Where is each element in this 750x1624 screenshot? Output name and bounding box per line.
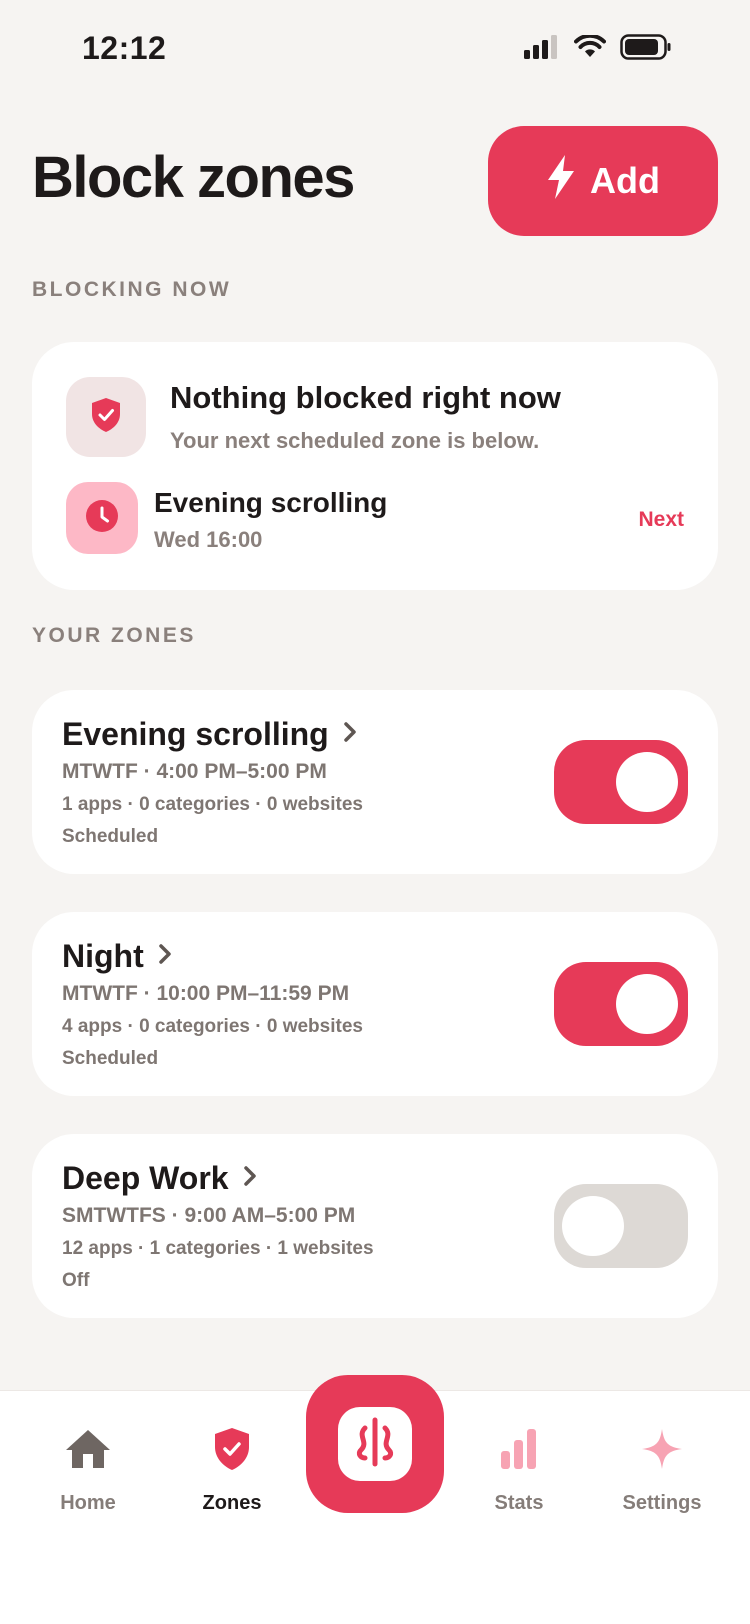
tab-bar: Home Zones Stats Settings bbox=[0, 1375, 750, 1624]
center-button-inner bbox=[338, 1407, 412, 1481]
header: Block zones Add bbox=[32, 120, 718, 236]
blocking-now-subtitle: Your next scheduled zone is below. bbox=[170, 428, 540, 453]
zone-counts: 1 apps · 0 categories · 0 websites bbox=[62, 794, 363, 815]
zone-schedule: MTWTF · 4:00 PM–5:00 PM bbox=[62, 760, 327, 783]
add-zone-button[interactable]: Add bbox=[488, 126, 718, 236]
sparkle-icon bbox=[640, 1427, 684, 1476]
zone-card-evening-scrolling[interactable]: Evening scrolling MTWTF · 4:00 PM–5:00 P… bbox=[32, 690, 718, 874]
wifi-icon bbox=[574, 33, 606, 64]
chevron-right-icon bbox=[158, 943, 172, 970]
tab-label: Home bbox=[60, 1492, 116, 1514]
chevron-right-icon bbox=[343, 721, 357, 748]
zone-toggle[interactable] bbox=[554, 962, 688, 1046]
zone-toggle[interactable] bbox=[554, 1184, 688, 1268]
next-badge: Next bbox=[638, 508, 684, 531]
zone-status: Scheduled bbox=[62, 826, 159, 847]
zone-card-night[interactable]: Night MTWTF · 10:00 PM–11:59 PM 4 apps ·… bbox=[32, 912, 718, 1096]
chevron-right-icon bbox=[243, 1165, 257, 1192]
next-zone-name: Evening scrolling bbox=[154, 487, 388, 518]
next-zone-clock-tile bbox=[66, 482, 138, 554]
lightning-bolt-icon bbox=[546, 154, 576, 208]
zone-status: Scheduled bbox=[62, 1048, 159, 1069]
bar-chart-icon bbox=[499, 1427, 539, 1476]
status-icons bbox=[524, 33, 672, 65]
center-app-button[interactable] bbox=[306, 1375, 444, 1513]
tab-label: Stats bbox=[494, 1492, 544, 1514]
tab-home[interactable]: Home bbox=[18, 1427, 158, 1515]
tab-label: Zones bbox=[202, 1492, 262, 1514]
toggle-knob bbox=[616, 752, 678, 812]
status-time: 12:12 bbox=[82, 30, 167, 66]
tab-label: Settings bbox=[622, 1492, 702, 1514]
zone-title-row: Night bbox=[62, 938, 172, 975]
toggle-knob bbox=[562, 1196, 624, 1256]
tab-zones[interactable]: Zones bbox=[162, 1427, 302, 1515]
blocking-now-title: Nothing blocked right now bbox=[170, 380, 561, 415]
next-zone-time: Wed 16:00 bbox=[154, 527, 263, 552]
zone-name: Evening scrolling bbox=[62, 716, 329, 752]
toggle-knob bbox=[616, 974, 678, 1034]
zone-title-row: Evening scrolling bbox=[62, 716, 357, 753]
status-bar: 12:12 bbox=[0, 0, 750, 100]
clock-icon bbox=[85, 499, 119, 538]
cellular-signal-icon bbox=[524, 35, 560, 64]
tab-stats[interactable]: Stats bbox=[449, 1427, 589, 1515]
shield-tile bbox=[66, 377, 146, 457]
page-title: Block zones bbox=[32, 145, 355, 210]
zone-name: Deep Work bbox=[62, 1160, 229, 1196]
zone-status: Off bbox=[62, 1270, 90, 1291]
zone-schedule: MTWTF · 10:00 PM–11:59 PM bbox=[62, 982, 350, 1005]
section-label-blocking-now: BLOCKING NOW bbox=[32, 278, 232, 301]
tab-settings[interactable]: Settings bbox=[592, 1427, 732, 1515]
zone-card-deep-work[interactable]: Deep Work SMTWTFS · 9:00 AM–5:00 PM 12 a… bbox=[32, 1134, 718, 1318]
shield-check-icon bbox=[90, 397, 122, 438]
zone-toggle[interactable] bbox=[554, 740, 688, 824]
app-logo-icon bbox=[353, 1416, 397, 1473]
zone-title-row: Deep Work bbox=[62, 1160, 257, 1197]
zone-counts: 12 apps · 1 categories · 1 websites bbox=[62, 1238, 374, 1259]
zone-counts: 4 apps · 0 categories · 0 websites bbox=[62, 1016, 363, 1037]
add-button-label: Add bbox=[590, 160, 660, 201]
zone-schedule: SMTWTFS · 9:00 AM–5:00 PM bbox=[62, 1204, 356, 1227]
shield-icon bbox=[213, 1427, 251, 1476]
zone-name: Night bbox=[62, 938, 144, 974]
battery-icon bbox=[620, 34, 672, 65]
section-label-your-zones: YOUR ZONES bbox=[32, 624, 196, 647]
home-icon bbox=[63, 1427, 113, 1476]
blocking-now-card: Nothing blocked right now Your next sche… bbox=[32, 342, 718, 590]
